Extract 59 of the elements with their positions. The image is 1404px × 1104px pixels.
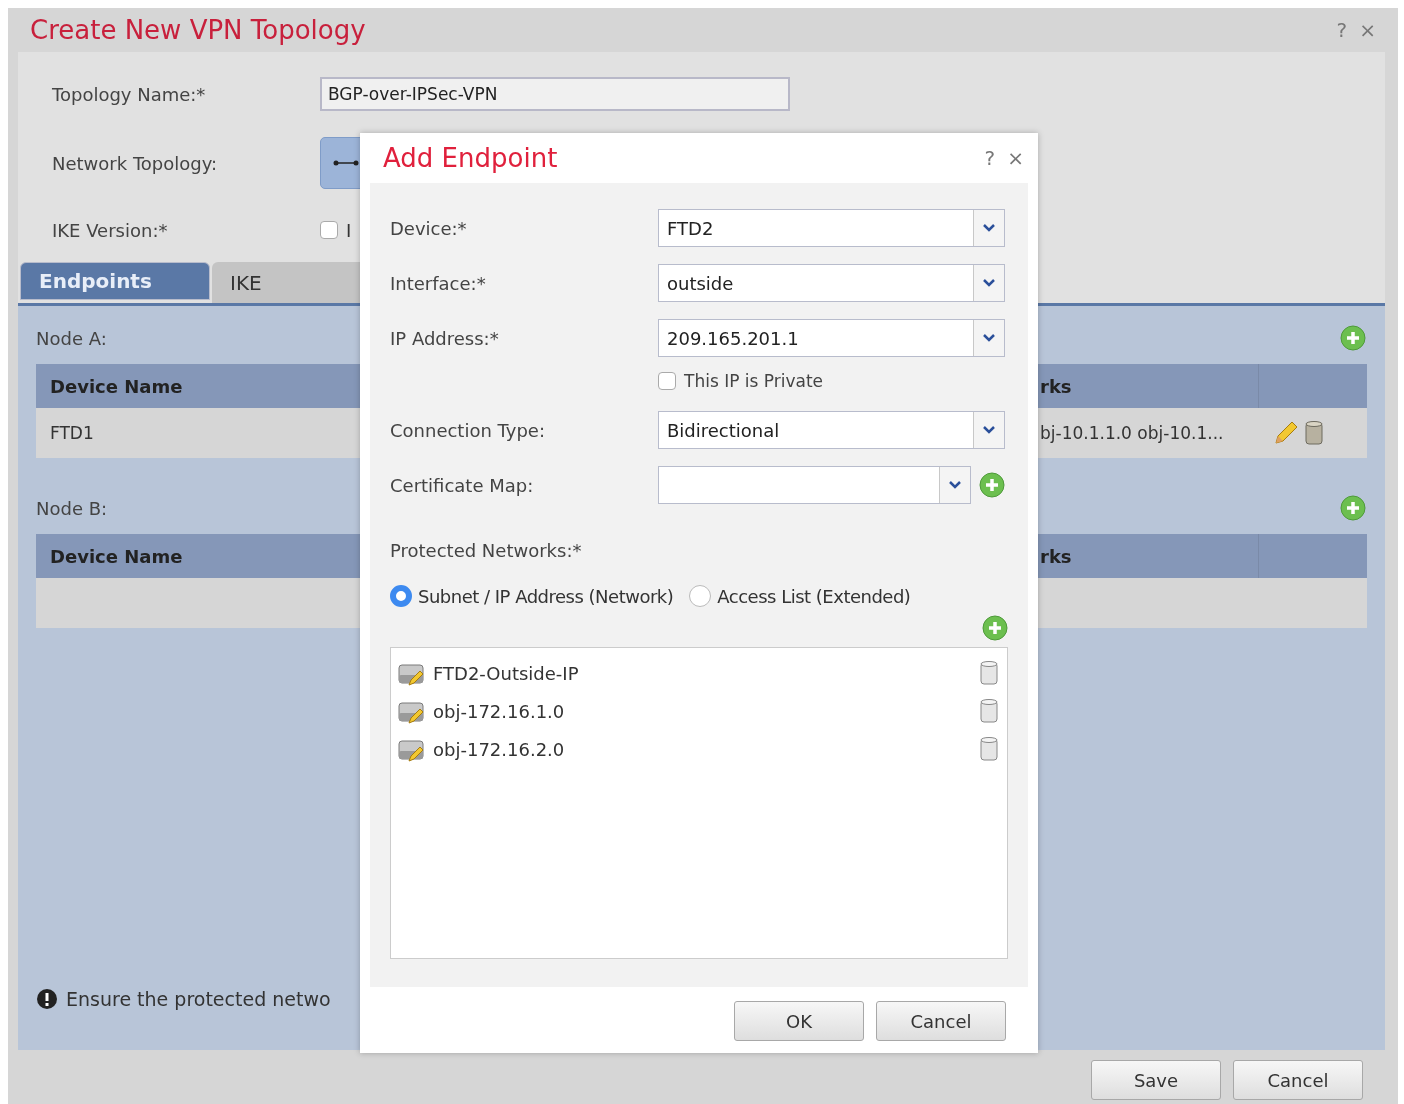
- trash-icon[interactable]: [979, 736, 999, 762]
- dialog-button[interactable]: OK: [734, 1001, 864, 1041]
- field-label: Protected Networks:*: [390, 540, 583, 561]
- help-button[interactable]: ?: [984, 146, 996, 170]
- add-icon[interactable]: [1340, 495, 1366, 521]
- field-label: Topology Name:*: [52, 83, 207, 105]
- checkbox-label: I: [346, 219, 352, 241]
- dropdown[interactable]: 209.165.201.1: [658, 319, 1005, 357]
- chevron-down-icon: [982, 223, 996, 233]
- footer-button[interactable]: Cancel: [1233, 1060, 1363, 1100]
- column-header: Device Name: [50, 375, 183, 397]
- field-label: Network Topology:: [52, 152, 219, 174]
- table-cell: FTD1: [50, 423, 94, 443]
- checkbox-label: This IP is Private: [684, 371, 824, 391]
- dialog-button[interactable]: Cancel: [876, 1001, 1006, 1041]
- chevron-down-icon: [982, 425, 996, 435]
- radio-button[interactable]: [390, 585, 412, 607]
- add-icon[interactable]: [982, 615, 1008, 641]
- table-cell: bj-10.1.1.0 obj-10.1...: [1040, 423, 1224, 443]
- field-label: IP Address:*: [390, 327, 500, 349]
- trash-icon[interactable]: [979, 660, 999, 686]
- topology-name-field[interactable]: BGP-over-IPSec-VPN: [320, 77, 790, 111]
- add-icon[interactable]: [1340, 325, 1366, 351]
- column-header: rks: [1040, 545, 1072, 567]
- column-header: Device Name: [50, 545, 183, 567]
- chevron-down-icon: [982, 278, 996, 288]
- note-text: Ensure the protected netwo: [66, 988, 331, 1010]
- close-button[interactable]: ×: [1007, 146, 1024, 170]
- window-title: Create New VPN Topology: [30, 15, 366, 45]
- trash-icon[interactable]: [1304, 420, 1324, 446]
- field-label: Certificate Map:: [390, 474, 535, 496]
- chevron-down-icon: [948, 480, 962, 490]
- radio-button[interactable]: [689, 585, 712, 607]
- radio-label: Subnet / IP Address (Network): [418, 585, 674, 607]
- checkbox[interactable]: [658, 372, 676, 390]
- field-label: IKE Version:*: [52, 219, 169, 241]
- trash-icon[interactable]: [979, 698, 999, 724]
- tab[interactable]: Endpoints: [20, 262, 210, 300]
- dropdown[interactable]: FTD2: [658, 209, 1005, 247]
- node-label: Node A:: [36, 327, 107, 349]
- dropdown[interactable]: outside: [658, 264, 1005, 302]
- network-name: obj-172.16.2.0: [433, 738, 565, 760]
- column-header: rks: [1040, 375, 1072, 397]
- field-label: Device:*: [390, 217, 468, 239]
- chevron-down-icon: [982, 333, 996, 343]
- network-name: obj-172.16.1.0: [433, 700, 565, 722]
- point-to-point-icon: [333, 159, 359, 167]
- node-label: Node B:: [36, 497, 108, 519]
- dialog-title: Add Endpoint: [383, 143, 558, 173]
- radio-label: Access List (Extended): [717, 585, 911, 607]
- dropdown[interactable]: Bidirectional: [658, 411, 1005, 449]
- network-name: FTD2-Outside-IP: [433, 662, 579, 684]
- info-icon: [36, 988, 58, 1010]
- dropdown[interactable]: [658, 466, 971, 504]
- field-label: Connection Type:: [390, 419, 546, 441]
- pencil-icon[interactable]: [1272, 419, 1300, 447]
- add-icon[interactable]: [979, 472, 1005, 498]
- ike-checkbox[interactable]: [320, 221, 338, 239]
- footer-button[interactable]: Save: [1091, 1060, 1221, 1100]
